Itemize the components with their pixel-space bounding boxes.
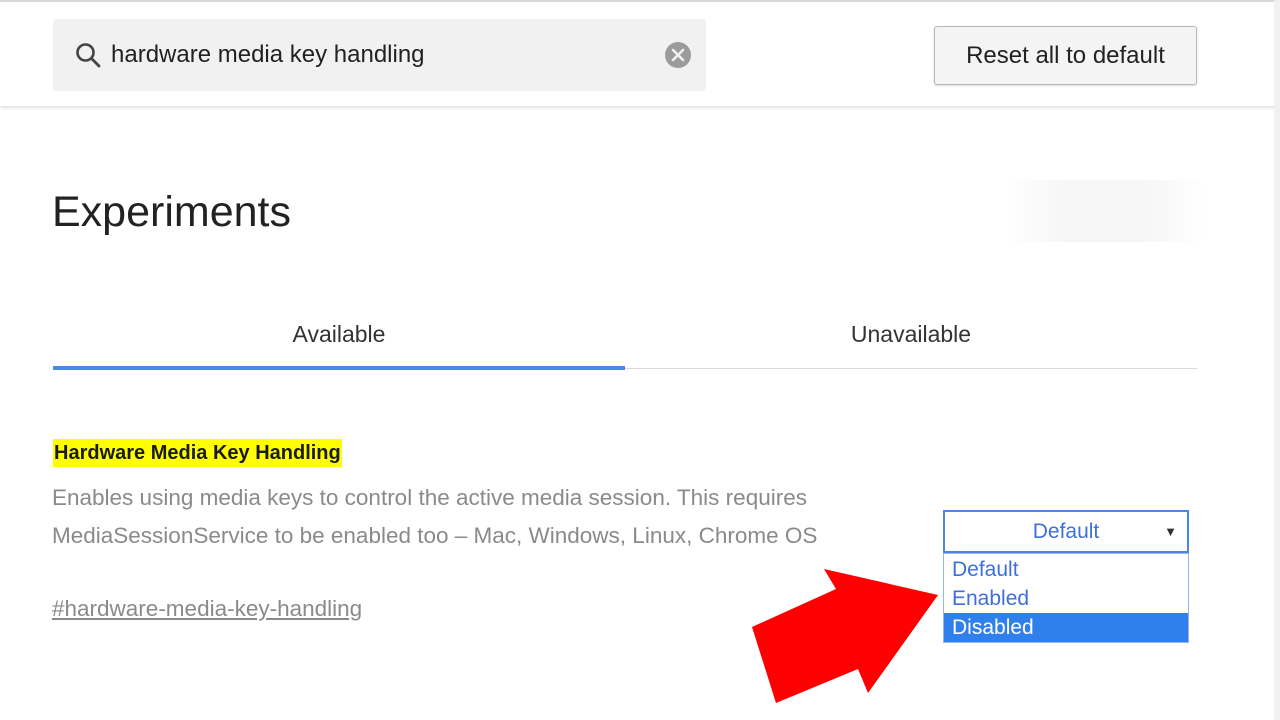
- tab-divider: [625, 368, 1197, 369]
- reset-all-button[interactable]: Reset all to default: [934, 26, 1197, 85]
- flags-page: Reset all to default Experiments Availab…: [0, 0, 1280, 720]
- red-arrow-icon: [752, 569, 938, 703]
- tab-available[interactable]: Available: [53, 300, 625, 368]
- scrollbar-track[interactable]: [1274, 0, 1280, 720]
- tab-unavailable[interactable]: Unavailable: [625, 300, 1197, 368]
- dropdown-list: Default Enabled Disabled: [943, 553, 1189, 643]
- tabs: Available Unavailable: [53, 300, 1197, 372]
- active-tab-indicator: [53, 366, 625, 370]
- experiment-description: Enables using media keys to control the …: [52, 485, 818, 548]
- experiment-title: Hardware Media Key Handling: [53, 439, 342, 467]
- option-enabled[interactable]: Enabled: [944, 584, 1188, 613]
- select-value: Default: [1032, 519, 1100, 543]
- page-title: Experiments: [52, 188, 291, 236]
- search-input[interactable]: [111, 41, 631, 69]
- dropdown-arrow-icon: ▼: [1164, 524, 1177, 539]
- clear-icon[interactable]: [664, 41, 692, 69]
- faded-element: [1005, 180, 1205, 242]
- option-disabled[interactable]: Disabled: [944, 613, 1188, 642]
- experiment-state-select[interactable]: Default ▼: [943, 510, 1189, 553]
- option-default[interactable]: Default: [944, 555, 1188, 584]
- search-icon: [73, 40, 103, 70]
- experiment-permalink[interactable]: #hardware-media-key-handling: [52, 596, 362, 622]
- search-box[interactable]: [53, 19, 706, 91]
- header-bar: Reset all to default: [0, 0, 1280, 106]
